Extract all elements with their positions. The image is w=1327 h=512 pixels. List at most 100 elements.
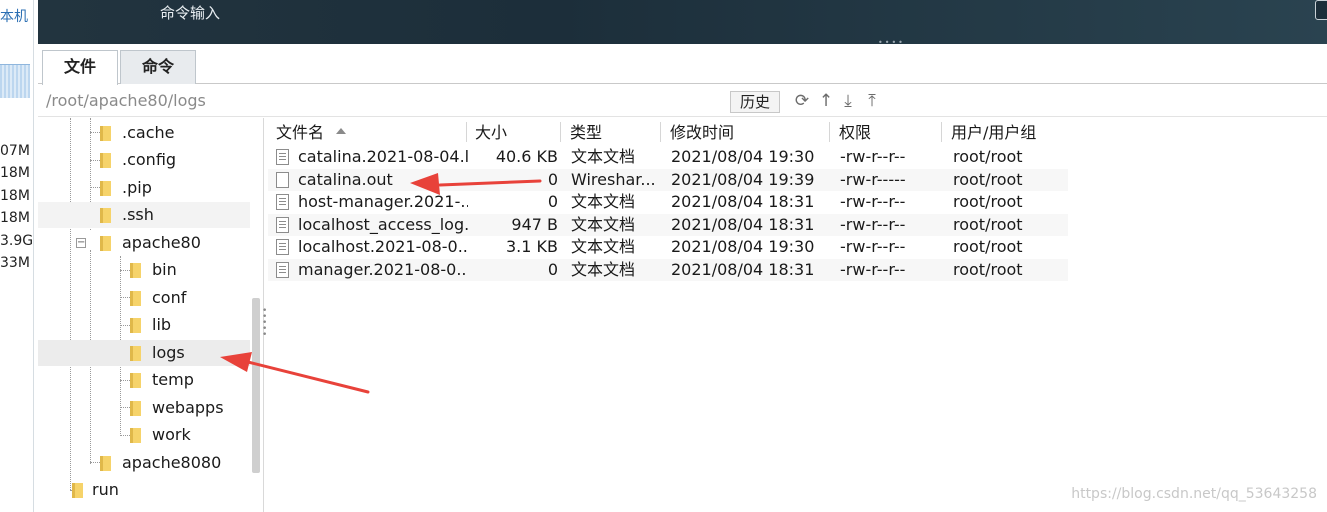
directory-tree: .cache .config .pip .ssh − apache80 bin … (38, 118, 264, 512)
file-cell-modified: 2021/08/04 18:31 (671, 192, 815, 211)
column-header-owner[interactable]: 用户/用户组 (951, 122, 1036, 146)
file-cell-type: 文本文档 (571, 214, 636, 234)
file-cell-modified: 2021/08/04 19:30 (671, 147, 815, 166)
folder-icon (130, 428, 141, 443)
tree-item-conf[interactable]: conf (38, 285, 250, 311)
file-row[interactable]: catalina.out 0 Wireshar... 2021/08/04 19:39… (268, 168, 1068, 191)
stat-value: 3.9G (0, 233, 34, 249)
folder-icon (100, 153, 111, 168)
file-cell-size: 0 (547, 169, 558, 189)
file-cell-size: 40.6 KB (495, 147, 558, 166)
up-arrow-icon[interactable]: ↑ (816, 91, 836, 111)
tree-item-label: conf (152, 288, 187, 307)
path-bar: /root/apache80/logs 历史 ⟳ ↑ ⤓ ⤒ (38, 85, 1327, 117)
tree-item-label: webapps (152, 398, 224, 417)
stat-value: 18M (0, 165, 30, 181)
tree-item-temp[interactable]: temp (38, 367, 250, 393)
file-row[interactable]: catalina.2021-08-04.l... 40.6 KB 文本文档 2021/… (268, 146, 1068, 168)
column-separator[interactable] (941, 122, 942, 142)
path-input[interactable]: /root/apache80/logs (46, 91, 206, 110)
tree-item-label: .pip (122, 178, 152, 197)
tree-item-label: apache8080 (122, 453, 222, 472)
file-row[interactable]: manager.2021-08-0... 0 文本文档 2021/08/04 18:3… (268, 258, 1068, 281)
file-row[interactable]: localhost_access_log... 947 B 文本文档 2021/08/… (268, 213, 1068, 236)
tree-item-ssh[interactable]: .ssh (38, 202, 250, 228)
tree-item-lib[interactable]: lib (38, 312, 250, 338)
stat-value: 18M (0, 188, 30, 204)
stat-value: 33M (0, 255, 30, 271)
folder-icon (100, 126, 111, 141)
file-cell-perm: -rw-r--r-- (840, 259, 906, 279)
file-cell-name: catalina.2021-08-04.l... (298, 147, 468, 166)
file-cell-modified: 2021/08/04 19:39 (671, 169, 815, 189)
refresh-icon[interactable]: ⟳ (792, 91, 812, 111)
folder-icon (130, 346, 141, 361)
column-separator[interactable] (466, 122, 467, 142)
tree-item-label: .ssh (122, 205, 154, 224)
file-cell-perm: -rw-r--r-- (840, 237, 906, 256)
tree-item-logs[interactable]: logs (38, 340, 250, 366)
history-button[interactable]: 历史 (730, 91, 780, 113)
panel-splitter[interactable]: • • • • • (262, 307, 267, 340)
tree-item-label: apache80 (122, 233, 201, 252)
column-header-modified[interactable]: 修改时间 (670, 122, 734, 146)
file-cell-modified: 2021/08/04 18:31 (671, 214, 815, 234)
tree-item-label: work (152, 425, 191, 444)
tree-item-label: lib (152, 315, 172, 334)
folder-icon (100, 181, 111, 196)
text-file-icon (276, 216, 289, 233)
upload-icon[interactable]: ⤒ (862, 91, 882, 111)
tree-item-config[interactable]: .config (38, 147, 250, 173)
tree-item-pip[interactable]: .pip (38, 175, 250, 201)
stat-value: 18M (0, 210, 30, 226)
command-bar: 命令输入 •••• (38, 0, 1327, 47)
column-header-name[interactable]: 文件名 (276, 122, 324, 146)
column-header-permissions[interactable]: 权限 (839, 122, 871, 146)
tree-item-apache8080[interactable]: apache8080 (38, 450, 250, 476)
command-input[interactable]: 命令输入 (160, 2, 220, 23)
folder-icon (130, 291, 141, 306)
tree-item-webapps[interactable]: webapps (38, 395, 250, 421)
file-row[interactable]: host-manager.2021-... 0 文本文档 2021/08/04 18:… (268, 191, 1068, 213)
text-file-icon (276, 149, 289, 165)
column-header-type[interactable]: 类型 (570, 122, 602, 146)
file-cell-type: 文本文档 (571, 237, 636, 256)
file-cell-name: localhost_access_log... (298, 214, 468, 234)
file-row[interactable]: localhost.2021-08-0... 3.1 KB 文本文档 2021/08/… (268, 236, 1068, 258)
tab-files[interactable]: 文件 (42, 50, 118, 85)
collapse-toggle-icon[interactable]: − (76, 238, 86, 248)
column-separator[interactable] (660, 122, 661, 142)
tree-item-apache80[interactable]: − apache80 (38, 230, 250, 256)
folder-icon (72, 483, 83, 498)
file-cell-size: 0 (547, 192, 558, 211)
text-file-icon (276, 194, 289, 210)
column-separator[interactable] (560, 122, 561, 142)
file-cell-type: 文本文档 (571, 192, 636, 211)
text-file-icon (276, 239, 289, 255)
file-cell-perm: -rw-r--r-- (840, 192, 906, 211)
file-cell-modified: 2021/08/04 19:30 (671, 237, 815, 256)
file-cell-owner: root/root (953, 237, 1023, 256)
file-cell-name: host-manager.2021-... (298, 192, 468, 211)
tab-bar: 文件 命令 (38, 46, 1327, 85)
tree-item-bin[interactable]: bin (38, 257, 250, 283)
tree-item-work[interactable]: work (38, 422, 250, 448)
file-cell-perm: -rw-r----- (840, 169, 906, 189)
folder-icon (130, 401, 141, 416)
tree-item-cache[interactable]: .cache (38, 120, 250, 146)
file-cell-owner: root/root (953, 147, 1023, 166)
folder-icon (130, 263, 141, 278)
local-machine-label: 本机 (0, 9, 28, 25)
file-cell-owner: root/root (953, 169, 1023, 189)
tree-item-run[interactable]: run (38, 477, 250, 503)
column-separator[interactable] (829, 122, 830, 142)
tree-item-label: temp (152, 370, 194, 389)
download-icon[interactable]: ⤓ (838, 91, 858, 111)
file-cell-owner: root/root (953, 192, 1023, 211)
column-header-size[interactable]: 大小 (475, 122, 507, 146)
tree-scrollbar[interactable] (252, 298, 260, 473)
folder-icon (100, 208, 111, 223)
tree-item-label: .cache (122, 123, 175, 142)
corner-button[interactable] (1315, 0, 1327, 20)
tab-commands[interactable]: 命令 (120, 50, 196, 84)
